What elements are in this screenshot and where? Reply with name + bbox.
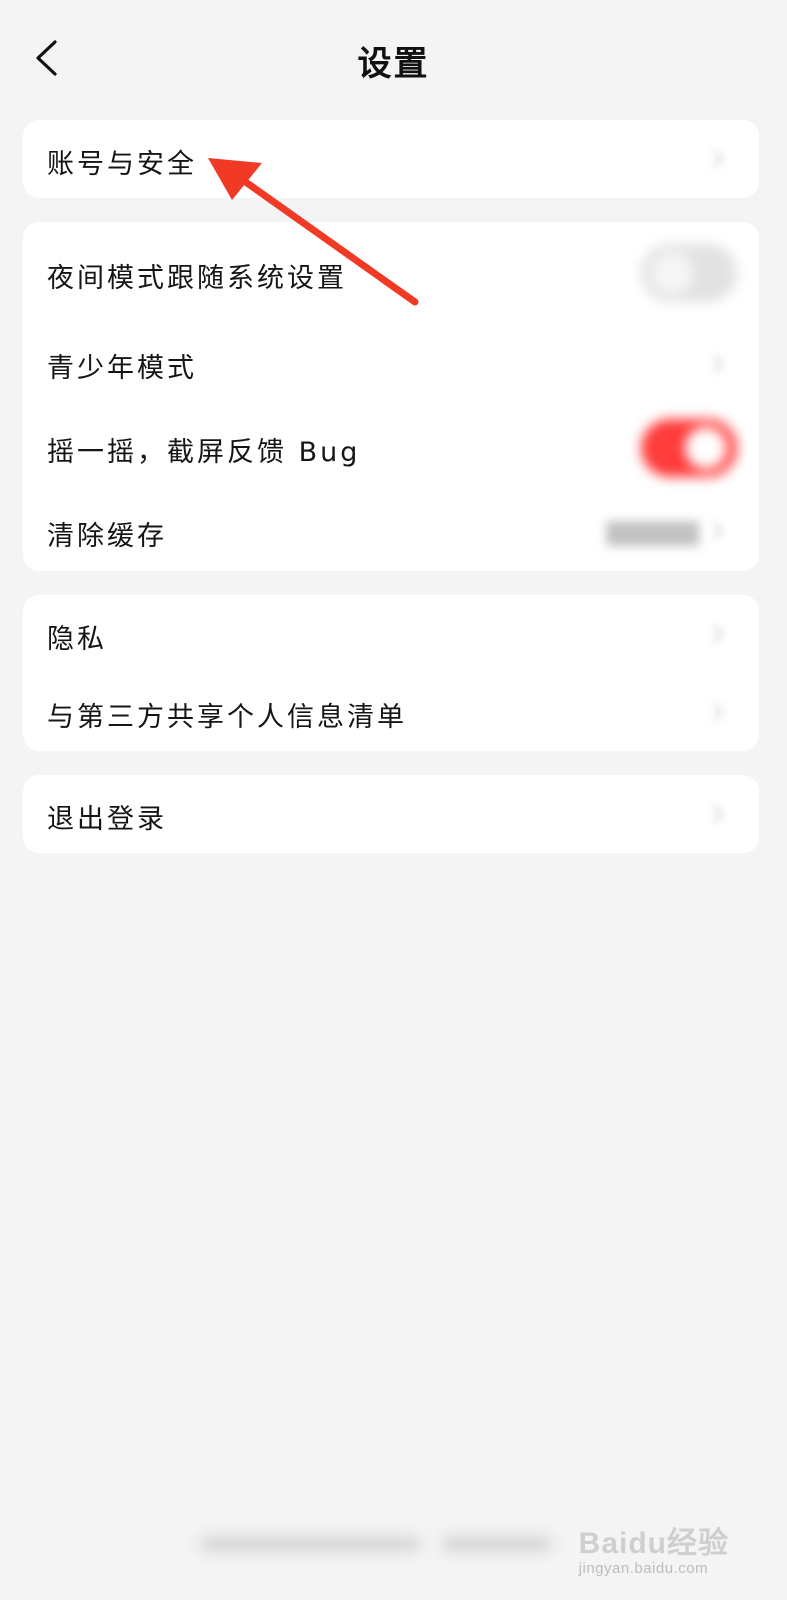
chevron-right-icon xyxy=(713,805,724,823)
settings-row-clear-cache[interactable]: 清除缓存 ▇▇▇▇▇ xyxy=(23,490,759,571)
privacy-label: 隐私 xyxy=(47,624,107,655)
teen-mode-label: 青少年模式 xyxy=(47,353,197,384)
footer-links-blurred xyxy=(200,1530,570,1558)
chevron-right-icon xyxy=(713,150,724,168)
chevron-right-icon xyxy=(713,703,724,721)
watermark-sub-text: jingyan.baidu.com xyxy=(578,1560,709,1577)
toggle-knob xyxy=(685,427,727,469)
settings-group-privacy: 隐私 与第三方共享个人信息清单 xyxy=(23,595,759,751)
toggle-knob xyxy=(651,252,693,294)
logout-label: 退出登录 xyxy=(47,804,167,835)
watermark-main-text: Baidu经验 xyxy=(578,1527,729,1560)
shake-feedback-label: 摇一摇，截屏反馈 Bug xyxy=(47,437,361,468)
page-title: 设置 xyxy=(357,44,430,84)
settings-row-privacy[interactable]: 隐私 xyxy=(23,595,759,673)
footer-link-blurred xyxy=(200,1537,420,1551)
baidu-watermark: Baidu经验 jingyan.baidu.com xyxy=(579,1518,729,1577)
settings-group-account: 账号与安全 xyxy=(23,120,759,198)
settings-row-logout[interactable]: 退出登录 xyxy=(23,775,759,853)
chevron-right-icon xyxy=(713,355,724,373)
night-mode-label: 夜间模式跟随系统设置 xyxy=(47,263,347,294)
navigation-bar: 设置 xyxy=(0,0,787,118)
cache-size-value: ▇▇▇▇▇ xyxy=(606,518,699,546)
settings-row-shake-feedback[interactable]: 摇一摇，截屏反馈 Bug xyxy=(23,406,759,490)
clear-cache-label: 清除缓存 xyxy=(47,521,167,552)
settings-group-logout: 退出登录 xyxy=(23,775,759,853)
settings-row-third-party-list[interactable]: 与第三方共享个人信息清单 xyxy=(23,673,759,751)
settings-row-teen-mode[interactable]: 青少年模式 xyxy=(23,322,759,406)
settings-row-night-mode[interactable]: 夜间模式跟随系统设置 xyxy=(23,222,759,322)
chevron-right-icon xyxy=(713,625,724,643)
third-party-list-label: 与第三方共享个人信息清单 xyxy=(47,702,407,733)
account-security-label: 账号与安全 xyxy=(47,149,197,180)
settings-group-general: 夜间模式跟随系统设置 青少年模式 摇一摇，截屏反馈 Bug 清除缓存 ▇▇▇▇▇ xyxy=(23,222,759,571)
shake-feedback-toggle[interactable] xyxy=(641,419,737,477)
settings-row-account-security[interactable]: 账号与安全 xyxy=(23,120,759,198)
footer-link-blurred xyxy=(442,1537,552,1551)
settings-screen: 设置 账号与安全 夜间模式跟随系统设置 青少年模式 摇一摇，截屏反馈 Bug 清… xyxy=(0,0,787,1600)
night-mode-toggle[interactable] xyxy=(641,244,737,302)
chevron-right-icon xyxy=(713,522,724,540)
